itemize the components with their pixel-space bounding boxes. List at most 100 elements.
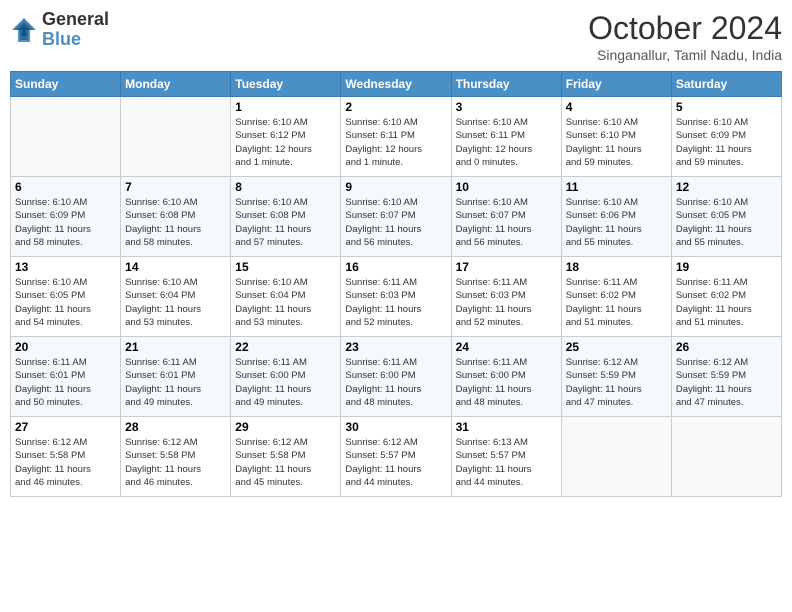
day-info: Sunrise: 6:12 AMSunset: 5:58 PMDaylight:… bbox=[235, 436, 336, 489]
day-info: Sunrise: 6:10 AMSunset: 6:06 PMDaylight:… bbox=[566, 196, 667, 249]
logo-icon bbox=[10, 16, 38, 44]
calendar-cell: 5Sunrise: 6:10 AMSunset: 6:09 PMDaylight… bbox=[671, 97, 781, 177]
title-block: October 2024 Singanallur, Tamil Nadu, In… bbox=[588, 10, 782, 63]
day-info: Sunrise: 6:11 AMSunset: 6:03 PMDaylight:… bbox=[345, 276, 446, 329]
day-number: 17 bbox=[456, 260, 557, 274]
day-number: 2 bbox=[345, 100, 446, 114]
calendar-cell: 16 Sunrise: 6:11 AMSunset: 6:03 PMDayligh… bbox=[341, 257, 451, 337]
day-info: Sunrise: 6:10 AMSunset: 6:07 PMDaylight:… bbox=[456, 196, 557, 249]
weekday-header-monday: Monday bbox=[121, 72, 231, 97]
calendar-cell: 19 Sunrise: 6:11 AMSunset: 6:02 PMDayligh… bbox=[671, 257, 781, 337]
day-number: 10 bbox=[456, 180, 557, 194]
calendar-week-1: 1 Sunrise: 6:10 AMSunset: 6:12 PMDaylight… bbox=[11, 97, 782, 177]
day-info: Sunrise: 6:10 AMSunset: 6:04 PMDaylight:… bbox=[235, 276, 336, 329]
day-info: Sunrise: 6:11 AMSunset: 6:01 PMDaylight:… bbox=[15, 356, 116, 409]
weekday-header-row: SundayMondayTuesdayWednesdayThursdayFrid… bbox=[11, 72, 782, 97]
day-info: Sunrise: 6:12 AMSunset: 5:58 PMDaylight:… bbox=[125, 436, 226, 489]
calendar-cell: 22 Sunrise: 6:11 AMSunset: 6:00 PMDayligh… bbox=[231, 337, 341, 417]
logo-general: General bbox=[42, 10, 109, 30]
page-header: General Blue October 2024 Singanallur, T… bbox=[10, 10, 782, 63]
calendar-cell: 15 Sunrise: 6:10 AMSunset: 6:04 PMDayligh… bbox=[231, 257, 341, 337]
calendar-cell: 10 Sunrise: 6:10 AMSunset: 6:07 PMDayligh… bbox=[451, 177, 561, 257]
calendar-cell: 14Sunrise: 6:10 AMSunset: 6:04 PMDayligh… bbox=[121, 257, 231, 337]
day-info: Sunrise: 6:10 AMSunset: 6:07 PMDaylight:… bbox=[345, 196, 446, 249]
calendar-week-5: 27 Sunrise: 6:12 AMSunset: 5:58 PMDayligh… bbox=[11, 417, 782, 497]
weekday-header-sunday: Sunday bbox=[11, 72, 121, 97]
calendar-week-3: 13 Sunrise: 6:10 AMSunset: 6:05 PMDayligh… bbox=[11, 257, 782, 337]
day-info: Sunrise: 6:10 AMSunset: 6:09 PMDaylight:… bbox=[676, 116, 777, 169]
day-number: 7 bbox=[125, 180, 226, 194]
calendar-cell: 1 Sunrise: 6:10 AMSunset: 6:12 PMDaylight… bbox=[231, 97, 341, 177]
day-number: 4 bbox=[566, 100, 667, 114]
calendar-cell: 31Sunrise: 6:13 AMSunset: 5:57 PMDayligh… bbox=[451, 417, 561, 497]
calendar-cell: 29 Sunrise: 6:12 AMSunset: 5:58 PMDayligh… bbox=[231, 417, 341, 497]
logo: General Blue bbox=[10, 10, 109, 50]
day-number: 29 bbox=[235, 420, 336, 434]
day-info: Sunrise: 6:11 AMSunset: 6:00 PMDaylight:… bbox=[456, 356, 557, 409]
day-number: 25 bbox=[566, 340, 667, 354]
day-info: Sunrise: 6:11 AMSunset: 6:02 PMDaylight:… bbox=[676, 276, 777, 329]
day-info: Sunrise: 6:11 AMSunset: 6:00 PMDaylight:… bbox=[235, 356, 336, 409]
day-info: Sunrise: 6:10 AMSunset: 6:12 PMDaylight:… bbox=[235, 116, 336, 169]
calendar-cell: 18 Sunrise: 6:11 AMSunset: 6:02 PMDayligh… bbox=[561, 257, 671, 337]
day-info: Sunrise: 6:11 AMSunset: 6:02 PMDaylight:… bbox=[566, 276, 667, 329]
weekday-header-friday: Friday bbox=[561, 72, 671, 97]
calendar-cell: 8 Sunrise: 6:10 AMSunset: 6:08 PMDaylight… bbox=[231, 177, 341, 257]
day-number: 11 bbox=[566, 180, 667, 194]
day-number: 18 bbox=[566, 260, 667, 274]
calendar-cell: 4 Sunrise: 6:10 AMSunset: 6:10 PMDaylight… bbox=[561, 97, 671, 177]
calendar-cell: 3 Sunrise: 6:10 AMSunset: 6:11 PMDaylight… bbox=[451, 97, 561, 177]
day-number: 24 bbox=[456, 340, 557, 354]
day-number: 6 bbox=[15, 180, 116, 194]
calendar-cell bbox=[671, 417, 781, 497]
day-info: Sunrise: 6:10 AMSunset: 6:10 PMDaylight:… bbox=[566, 116, 667, 169]
calendar-cell: 28 Sunrise: 6:12 AMSunset: 5:58 PMDayligh… bbox=[121, 417, 231, 497]
calendar-body: 1 Sunrise: 6:10 AMSunset: 6:12 PMDaylight… bbox=[11, 97, 782, 497]
day-info: Sunrise: 6:10 AMSunset: 6:11 PMDaylight:… bbox=[345, 116, 446, 169]
calendar-cell bbox=[121, 97, 231, 177]
day-info: Sunrise: 6:10 AMSunset: 6:05 PMDaylight:… bbox=[15, 276, 116, 329]
calendar-cell: 25Sunrise: 6:12 AMSunset: 5:59 PMDayligh… bbox=[561, 337, 671, 417]
day-info: Sunrise: 6:11 AMSunset: 6:01 PMDaylight:… bbox=[125, 356, 226, 409]
calendar-cell: 26 Sunrise: 6:12 AMSunset: 5:59 PMDayligh… bbox=[671, 337, 781, 417]
day-number: 16 bbox=[345, 260, 446, 274]
day-number: 23 bbox=[345, 340, 446, 354]
calendar-cell: 24 Sunrise: 6:11 AMSunset: 6:00 PMDayligh… bbox=[451, 337, 561, 417]
day-info: Sunrise: 6:11 AMSunset: 6:03 PMDaylight:… bbox=[456, 276, 557, 329]
day-number: 12 bbox=[676, 180, 777, 194]
calendar-cell: 13 Sunrise: 6:10 AMSunset: 6:05 PMDayligh… bbox=[11, 257, 121, 337]
calendar-cell: 17 Sunrise: 6:11 AMSunset: 6:03 PMDayligh… bbox=[451, 257, 561, 337]
day-info: Sunrise: 6:12 AMSunset: 5:59 PMDaylight:… bbox=[676, 356, 777, 409]
day-number: 1 bbox=[235, 100, 336, 114]
day-number: 19 bbox=[676, 260, 777, 274]
day-info: Sunrise: 6:10 AMSunset: 6:11 PMDaylight:… bbox=[456, 116, 557, 169]
weekday-header-wednesday: Wednesday bbox=[341, 72, 451, 97]
calendar-week-2: 6 Sunrise: 6:10 AMSunset: 6:09 PMDaylight… bbox=[11, 177, 782, 257]
calendar-cell: 20Sunrise: 6:11 AMSunset: 6:01 PMDayligh… bbox=[11, 337, 121, 417]
day-number: 28 bbox=[125, 420, 226, 434]
calendar-table: SundayMondayTuesdayWednesdayThursdayFrid… bbox=[10, 71, 782, 497]
calendar-cell: 23 Sunrise: 6:11 AMSunset: 6:00 PMDayligh… bbox=[341, 337, 451, 417]
calendar-cell: 7 Sunrise: 6:10 AMSunset: 6:08 PMDaylight… bbox=[121, 177, 231, 257]
day-info: Sunrise: 6:10 AMSunset: 6:04 PMDaylight:… bbox=[125, 276, 226, 329]
day-info: Sunrise: 6:11 AMSunset: 6:00 PMDaylight:… bbox=[345, 356, 446, 409]
day-info: Sunrise: 6:12 AMSunset: 5:58 PMDaylight:… bbox=[15, 436, 116, 489]
day-info: Sunrise: 6:12 AMSunset: 5:57 PMDaylight:… bbox=[345, 436, 446, 489]
calendar-cell: 12Sunrise: 6:10 AMSunset: 6:05 PMDayligh… bbox=[671, 177, 781, 257]
day-info: Sunrise: 6:10 AMSunset: 6:08 PMDaylight:… bbox=[235, 196, 336, 249]
calendar-cell: 21Sunrise: 6:11 AMSunset: 6:01 PMDayligh… bbox=[121, 337, 231, 417]
day-info: Sunrise: 6:10 AMSunset: 6:09 PMDaylight:… bbox=[15, 196, 116, 249]
calendar-cell: 27 Sunrise: 6:12 AMSunset: 5:58 PMDayligh… bbox=[11, 417, 121, 497]
calendar-cell: 30Sunrise: 6:12 AMSunset: 5:57 PMDayligh… bbox=[341, 417, 451, 497]
weekday-header-saturday: Saturday bbox=[671, 72, 781, 97]
calendar-cell bbox=[11, 97, 121, 177]
day-number: 22 bbox=[235, 340, 336, 354]
day-number: 8 bbox=[235, 180, 336, 194]
day-number: 15 bbox=[235, 260, 336, 274]
day-number: 13 bbox=[15, 260, 116, 274]
day-info: Sunrise: 6:10 AMSunset: 6:08 PMDaylight:… bbox=[125, 196, 226, 249]
calendar-cell bbox=[561, 417, 671, 497]
day-number: 27 bbox=[15, 420, 116, 434]
day-number: 3 bbox=[456, 100, 557, 114]
day-number: 26 bbox=[676, 340, 777, 354]
